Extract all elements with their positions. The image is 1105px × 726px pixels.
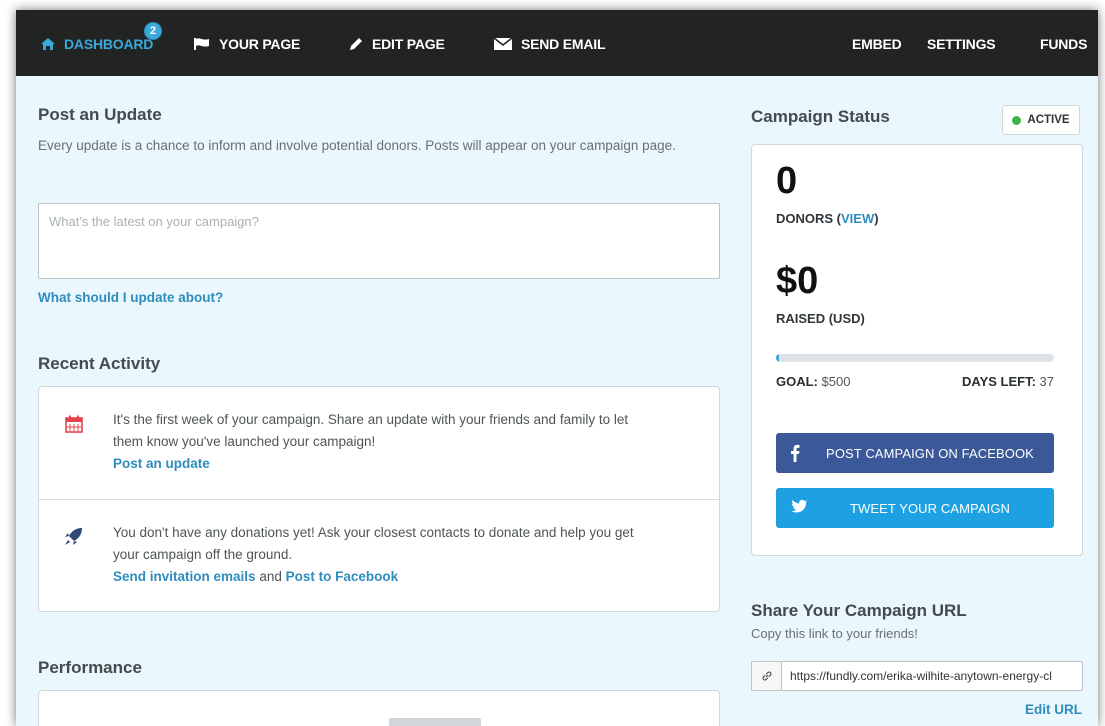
donors-label: DONORS (VIEW)	[776, 211, 879, 226]
nav-your-page[interactable]: YOUR PAGE	[193, 35, 300, 53]
twitter-icon	[791, 499, 807, 513]
home-icon	[41, 38, 55, 50]
performance-card	[38, 690, 720, 726]
activity-text: It's the first week of your campaign. Sh…	[113, 409, 653, 475]
edit-url-link[interactable]: Edit URL	[1025, 702, 1082, 717]
goal-progress-fill	[776, 354, 779, 362]
activity-message: It's the first week of your campaign. Sh…	[113, 412, 629, 449]
campaign-url-text: https://fundly.com/erika-wilhite-anytown…	[790, 669, 1052, 683]
nav-funds-label: FUNDS	[1040, 36, 1088, 52]
tweet-campaign-button[interactable]: TWEET YOUR CAMPAIGN	[776, 488, 1054, 528]
nav-settings-label: SETTINGS	[927, 36, 996, 52]
campaign-url-field[interactable]: https://fundly.com/erika-wilhite-anytown…	[751, 661, 1083, 691]
link-icon	[752, 662, 782, 690]
update-input[interactable]	[38, 203, 720, 279]
activity-connector: and	[259, 569, 282, 584]
top-nav: DASHBOARD 2 YOUR PAGE EDIT PAGE SEND EMA…	[16, 10, 1098, 76]
donors-label-text: DONORS (	[776, 211, 841, 226]
campaign-status-title: Campaign Status	[751, 107, 890, 126]
facebook-icon	[791, 444, 800, 462]
post-update-link[interactable]: Post an update	[113, 456, 210, 471]
raised-label: RAISED (USD)	[776, 311, 865, 326]
nav-send-email-label: SEND EMAIL	[521, 36, 606, 52]
flag-icon	[194, 38, 209, 50]
status-badge: ACTIVE	[1002, 105, 1080, 135]
calendar-icon	[65, 415, 83, 433]
nav-your-page-label: YOUR PAGE	[219, 36, 301, 52]
activity-message: You don't have any donations yet! Ask yo…	[113, 525, 634, 562]
update-help-link[interactable]: What should I update about?	[38, 290, 223, 305]
nav-dashboard-label: DASHBOARD	[64, 36, 154, 52]
nav-edit-page[interactable]: EDIT PAGE	[348, 35, 445, 53]
post-to-facebook-link[interactable]: Post to Facebook	[286, 569, 399, 584]
app-frame: DASHBOARD 2 YOUR PAGE EDIT PAGE SEND EMA…	[16, 10, 1098, 726]
donors-count: 0	[776, 160, 798, 202]
goal-progress-bar	[776, 354, 1054, 362]
nav-send-email[interactable]: SEND EMAIL	[493, 35, 606, 53]
donors-view-link[interactable]: VIEW	[841, 211, 874, 226]
rocket-icon	[65, 528, 82, 545]
nav-embed-label: EMBED	[852, 36, 902, 52]
nav-embed[interactable]: EMBED	[852, 35, 902, 53]
activity-text: You don't have any donations yet! Ask yo…	[113, 522, 653, 588]
facebook-button-label: POST CAMPAIGN ON FACEBOOK	[826, 445, 1034, 461]
days-left-info: DAYS LEFT: 37	[946, 374, 1054, 389]
performance-placeholder	[389, 718, 481, 726]
recent-activity-card: It's the first week of your campaign. Sh…	[38, 386, 720, 612]
days-left-value: 37	[1039, 374, 1054, 389]
status-dot-icon	[1012, 115, 1022, 125]
share-url-title: Share Your Campaign URL	[751, 601, 967, 620]
nav-dashboard[interactable]: DASHBOARD	[40, 35, 153, 53]
activity-item: It's the first week of your campaign. Sh…	[39, 387, 719, 499]
days-left-label: DAYS LEFT:	[961, 374, 1036, 389]
post-update-description: Every update is a chance to inform and i…	[38, 138, 676, 153]
nav-funds[interactable]: FUNDS	[1040, 35, 1087, 53]
share-url-subtitle: Copy this link to your friends!	[751, 626, 918, 641]
post-update-title: Post an Update	[38, 105, 162, 124]
send-invitation-link[interactable]: Send invitation emails	[113, 569, 256, 584]
envelope-icon	[493, 37, 513, 50]
recent-activity-title: Recent Activity	[38, 354, 161, 373]
goal-info: GOAL: $500	[776, 374, 850, 389]
goal-value: $500	[821, 374, 851, 389]
performance-title: Performance	[38, 658, 142, 677]
notification-badge: 2	[144, 22, 162, 40]
nav-settings[interactable]: SETTINGS	[927, 35, 996, 53]
pencil-icon	[350, 38, 362, 50]
post-on-facebook-button[interactable]: POST CAMPAIGN ON FACEBOOK	[776, 433, 1054, 473]
donors-label-close: )	[874, 211, 879, 226]
goal-label: GOAL:	[776, 374, 818, 389]
tweet-button-label: TWEET YOUR CAMPAIGN	[849, 500, 1011, 516]
activity-item: You don't have any donations yet! Ask yo…	[39, 500, 719, 612]
status-label: ACTIVE	[1027, 114, 1070, 126]
nav-edit-page-label: EDIT PAGE	[372, 36, 445, 52]
raised-amount: $0	[776, 260, 819, 302]
